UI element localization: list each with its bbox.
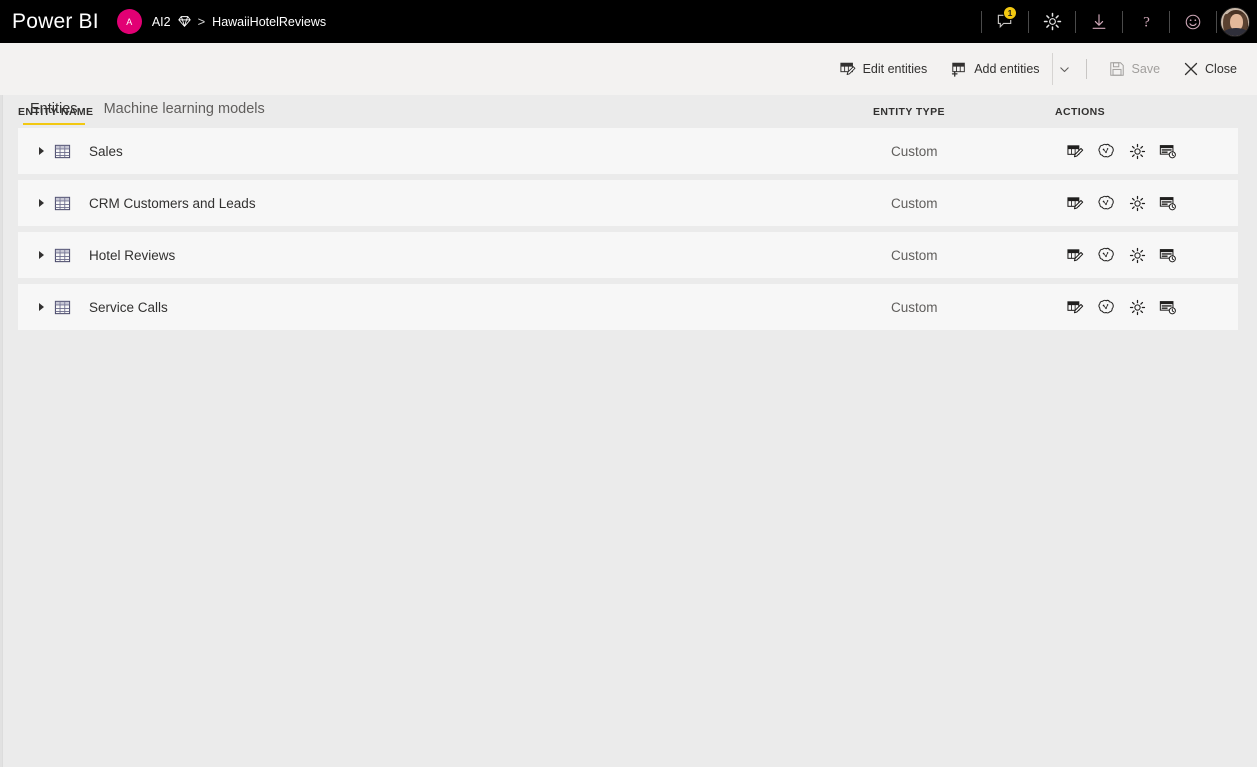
download-button[interactable] <box>1077 0 1121 43</box>
workspace-avatar[interactable]: A <box>116 9 142 34</box>
divider <box>981 10 982 33</box>
table-icon <box>54 143 71 160</box>
power-bi-logo[interactable]: Power BI <box>12 10 99 34</box>
gear-icon[interactable] <box>1126 192 1148 214</box>
table-row[interactable]: Hotel Reviews Custom <box>18 232 1238 278</box>
svg-text:?: ? <box>1143 14 1150 31</box>
entity-type: Custom <box>891 143 938 159</box>
divider <box>1216 10 1217 33</box>
chevron-right-icon[interactable] <box>30 199 52 207</box>
incremental-refresh-icon[interactable] <box>1157 296 1179 318</box>
close-x-icon <box>1184 62 1198 76</box>
chevron-right-icon[interactable] <box>30 303 52 311</box>
power-bi-dataflow-page: Power BI A AI2 > HawaiiHotelReviews 1 ? … <box>0 0 1257 767</box>
table-icon <box>54 247 71 264</box>
add-entities-dropdown-button[interactable] <box>1051 53 1076 85</box>
divider <box>1122 10 1123 33</box>
entity-name: CRM Customers and Leads <box>89 195 256 211</box>
top-navigation-bar: Power BI A AI2 > HawaiiHotelReviews 1 ? <box>0 0 1257 43</box>
table-icon <box>54 195 71 212</box>
entities-table: ENTITY NAME ENTITY TYPE ACTIONS Sales Cu… <box>0 95 1257 767</box>
command-bar-actions: Edit entities Add entities Save Close <box>828 43 1249 95</box>
command-bar: Entities Machine learning models Edit en… <box>0 43 1257 125</box>
breadcrumb-separator: > <box>197 14 206 29</box>
entity-name: Sales <box>89 143 123 159</box>
notifications-button[interactable]: 1 <box>983 0 1027 43</box>
table-add-icon <box>951 61 967 77</box>
column-header-entity-type: ENTITY TYPE <box>873 105 945 118</box>
incremental-refresh-icon[interactable] <box>1157 192 1179 214</box>
gear-icon[interactable] <box>1126 140 1148 162</box>
save-floppy-icon <box>1109 61 1125 77</box>
ai-brain-icon[interactable] <box>1095 140 1117 162</box>
edit-entities-label: Edit entities <box>862 62 928 76</box>
feedback-button[interactable] <box>1171 0 1215 43</box>
ai-brain-icon[interactable] <box>1095 296 1117 318</box>
top-bar-actions: 1 ? <box>980 0 1257 43</box>
edit-table-icon[interactable] <box>1064 140 1086 162</box>
entity-type: Custom <box>891 247 938 263</box>
ai-brain-icon[interactable] <box>1095 244 1117 266</box>
smiley-icon <box>1184 13 1202 31</box>
gear-icon[interactable] <box>1126 244 1148 266</box>
help-button[interactable]: ? <box>1124 0 1168 43</box>
edit-table-icon[interactable] <box>1064 244 1086 266</box>
row-action-group <box>1064 244 1179 266</box>
table-body: Sales Custom CRM Customers and Leads Cus… <box>0 128 1257 330</box>
question-mark-icon: ? <box>1137 12 1156 31</box>
column-header-entity-name: ENTITY NAME <box>18 105 94 118</box>
close-label: Close <box>1205 62 1237 76</box>
edit-table-icon[interactable] <box>1064 296 1086 318</box>
breadcrumb-dataflow: HawaiiHotelReviews <box>212 14 327 29</box>
table-column-headers: ENTITY NAME ENTITY TYPE ACTIONS <box>0 95 1257 128</box>
incremental-refresh-icon[interactable] <box>1157 244 1179 266</box>
chevron-down-icon <box>1059 64 1070 75</box>
entity-name: Service Calls <box>89 299 168 315</box>
chevron-right-icon[interactable] <box>30 147 52 155</box>
avatar[interactable] <box>1220 6 1250 37</box>
row-action-group <box>1064 192 1179 214</box>
breadcrumb-workspace[interactable]: AI2 <box>152 15 171 29</box>
close-button[interactable]: Close <box>1172 53 1249 85</box>
add-entities-button[interactable]: Add entities <box>939 53 1051 85</box>
ai-brain-icon[interactable] <box>1095 192 1117 214</box>
column-header-actions: ACTIONS <box>1055 105 1106 118</box>
gear-icon <box>1043 12 1062 31</box>
entity-type: Custom <box>891 195 938 211</box>
row-action-group <box>1064 140 1179 162</box>
row-action-group <box>1064 296 1179 318</box>
divider <box>1028 10 1029 33</box>
command-divider <box>1085 59 1087 79</box>
save-button[interactable]: Save <box>1097 53 1173 85</box>
edit-entities-button[interactable]: Edit entities <box>828 53 940 85</box>
gear-icon[interactable] <box>1126 296 1148 318</box>
breadcrumb: AI2 > HawaiiHotelReviews <box>152 14 326 29</box>
entity-name: Hotel Reviews <box>89 247 176 263</box>
entity-type: Custom <box>891 299 938 315</box>
save-label: Save <box>1131 62 1161 76</box>
divider <box>1075 10 1076 33</box>
table-row[interactable]: CRM Customers and Leads Custom <box>18 180 1238 226</box>
incremental-refresh-icon[interactable] <box>1157 140 1179 162</box>
table-icon <box>54 299 71 316</box>
notification-badge: 1 <box>1003 6 1017 20</box>
settings-button[interactable] <box>1030 0 1074 43</box>
table-row[interactable]: Sales Custom <box>18 128 1238 174</box>
diamond-icon <box>177 15 191 28</box>
edit-table-icon[interactable] <box>1064 192 1086 214</box>
divider <box>1169 10 1170 33</box>
chevron-right-icon[interactable] <box>30 251 52 259</box>
table-row[interactable]: Service Calls Custom <box>18 284 1238 330</box>
table-edit-icon <box>839 61 856 77</box>
download-icon <box>1090 13 1108 31</box>
add-entities-label: Add entities <box>974 62 1040 76</box>
